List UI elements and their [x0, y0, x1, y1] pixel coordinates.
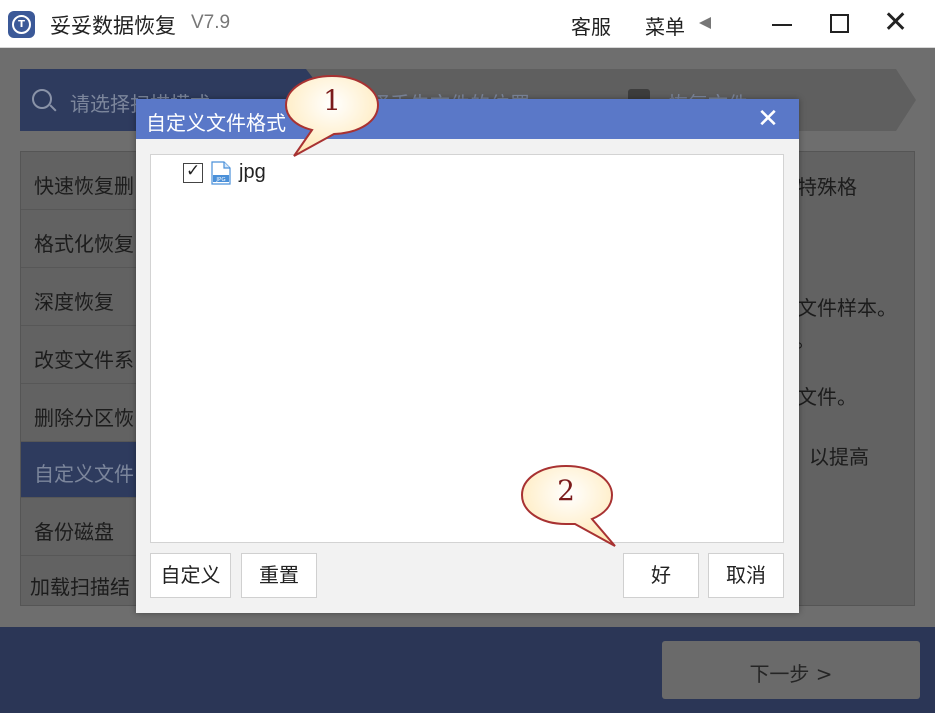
minimize-icon	[772, 24, 792, 26]
sidebar-item-backup-disk[interactable]: 备份磁盘	[21, 500, 141, 556]
close-window-button[interactable]: ✕	[877, 6, 917, 42]
footer-bar: 下一步 >	[0, 627, 935, 713]
callout-1-number: 1	[323, 84, 341, 117]
callout-2: 2	[519, 462, 619, 552]
close-icon: ✕	[883, 5, 909, 40]
custom-file-format-dialog: 自定义文件格式 ✕ ✓ JPG jpg 自定义 重置 好 取消	[136, 99, 799, 613]
app-title: 妥妥数据恢复	[50, 14, 176, 38]
sidebar-item-label: 备份磁盘	[34, 520, 114, 544]
customize-button[interactable]: 自定义	[150, 553, 231, 598]
jpg-checkbox[interactable]: ✓	[183, 161, 203, 183]
check-icon: ✓	[186, 161, 201, 181]
dialog-title-bar: 自定义文件格式 ✕	[136, 99, 799, 139]
reset-button[interactable]: 重置	[241, 553, 317, 598]
maximize-icon	[830, 14, 849, 33]
sidebar-item-change-filesystem[interactable]: 改变文件系	[21, 328, 141, 384]
title-bar: T 妥妥数据恢复 V7.9 客服 菜单 ✕	[0, 0, 935, 48]
next-step-button[interactable]: 下一步 >	[662, 641, 920, 699]
next-step-label: 下一步 >	[749, 662, 833, 686]
sidebar-item-label: 深度恢复	[34, 290, 114, 314]
description-line: 文件样本。	[797, 296, 897, 320]
sidebar-item-load-scan[interactable]: 加载扫描结	[21, 555, 141, 611]
sidebar-item-deep-recovery[interactable]: 深度恢复	[21, 270, 141, 326]
sidebar-item-custom-file[interactable]: 自定义文件	[21, 442, 141, 498]
dialog-title: 自定义文件格式	[146, 111, 286, 135]
callout-2-number: 2	[557, 474, 575, 507]
minimize-button[interactable]	[762, 6, 802, 42]
sidebar-item-label: 加载扫描结	[30, 575, 130, 599]
callout-1: 1	[282, 72, 382, 162]
maximize-button[interactable]	[820, 6, 860, 42]
app-logo-icon: T	[8, 11, 35, 38]
cancel-button[interactable]: 取消	[708, 553, 784, 598]
app-logo-letter: T	[12, 15, 31, 34]
file-format-name: jpg	[239, 161, 266, 183]
description-line: 特殊格	[797, 175, 857, 199]
sidebar-item-label: 快速恢复删	[34, 174, 134, 198]
sidebar-item-label: 格式化恢复	[34, 232, 134, 256]
jpg-file-icon: JPG	[211, 161, 231, 185]
description-line: ，以提高	[789, 445, 869, 469]
sidebar-item-partition-recovery[interactable]: 删除分区恢	[21, 386, 141, 442]
sidebar-item-label: 删除分区恢	[34, 406, 134, 430]
menu-arrow-icon[interactable]	[699, 17, 711, 29]
ok-button[interactable]: 好	[623, 553, 699, 598]
app-version: V7.9	[191, 12, 231, 33]
close-icon: ✕	[757, 104, 779, 134]
sidebar-item-quick-recovery[interactable]: 快速恢复删	[21, 154, 141, 210]
sidebar-item-label: 自定义文件	[34, 462, 134, 486]
sidebar-item-label: 改变文件系	[34, 348, 134, 372]
description-line: 文件。	[797, 385, 857, 409]
jpg-icon-text: JPG	[215, 177, 225, 183]
customer-service-link[interactable]: 客服	[571, 11, 611, 40]
dialog-close-button[interactable]: ✕	[753, 99, 783, 139]
file-format-list: ✓ JPG jpg	[150, 154, 784, 543]
search-icon	[32, 89, 52, 109]
mode-description-panel: 特殊格 文件样本。 。 文件。 ，以提高	[789, 151, 915, 606]
scan-mode-sidebar: 快速恢复删 格式化恢复 深度恢复 改变文件系 删除分区恢 自定义文件 备份磁盘 …	[20, 151, 141, 606]
step-inactive-arrow	[896, 69, 916, 131]
menu-button[interactable]: 菜单	[645, 11, 685, 40]
sidebar-item-format-recovery[interactable]: 格式化恢复	[21, 212, 141, 268]
